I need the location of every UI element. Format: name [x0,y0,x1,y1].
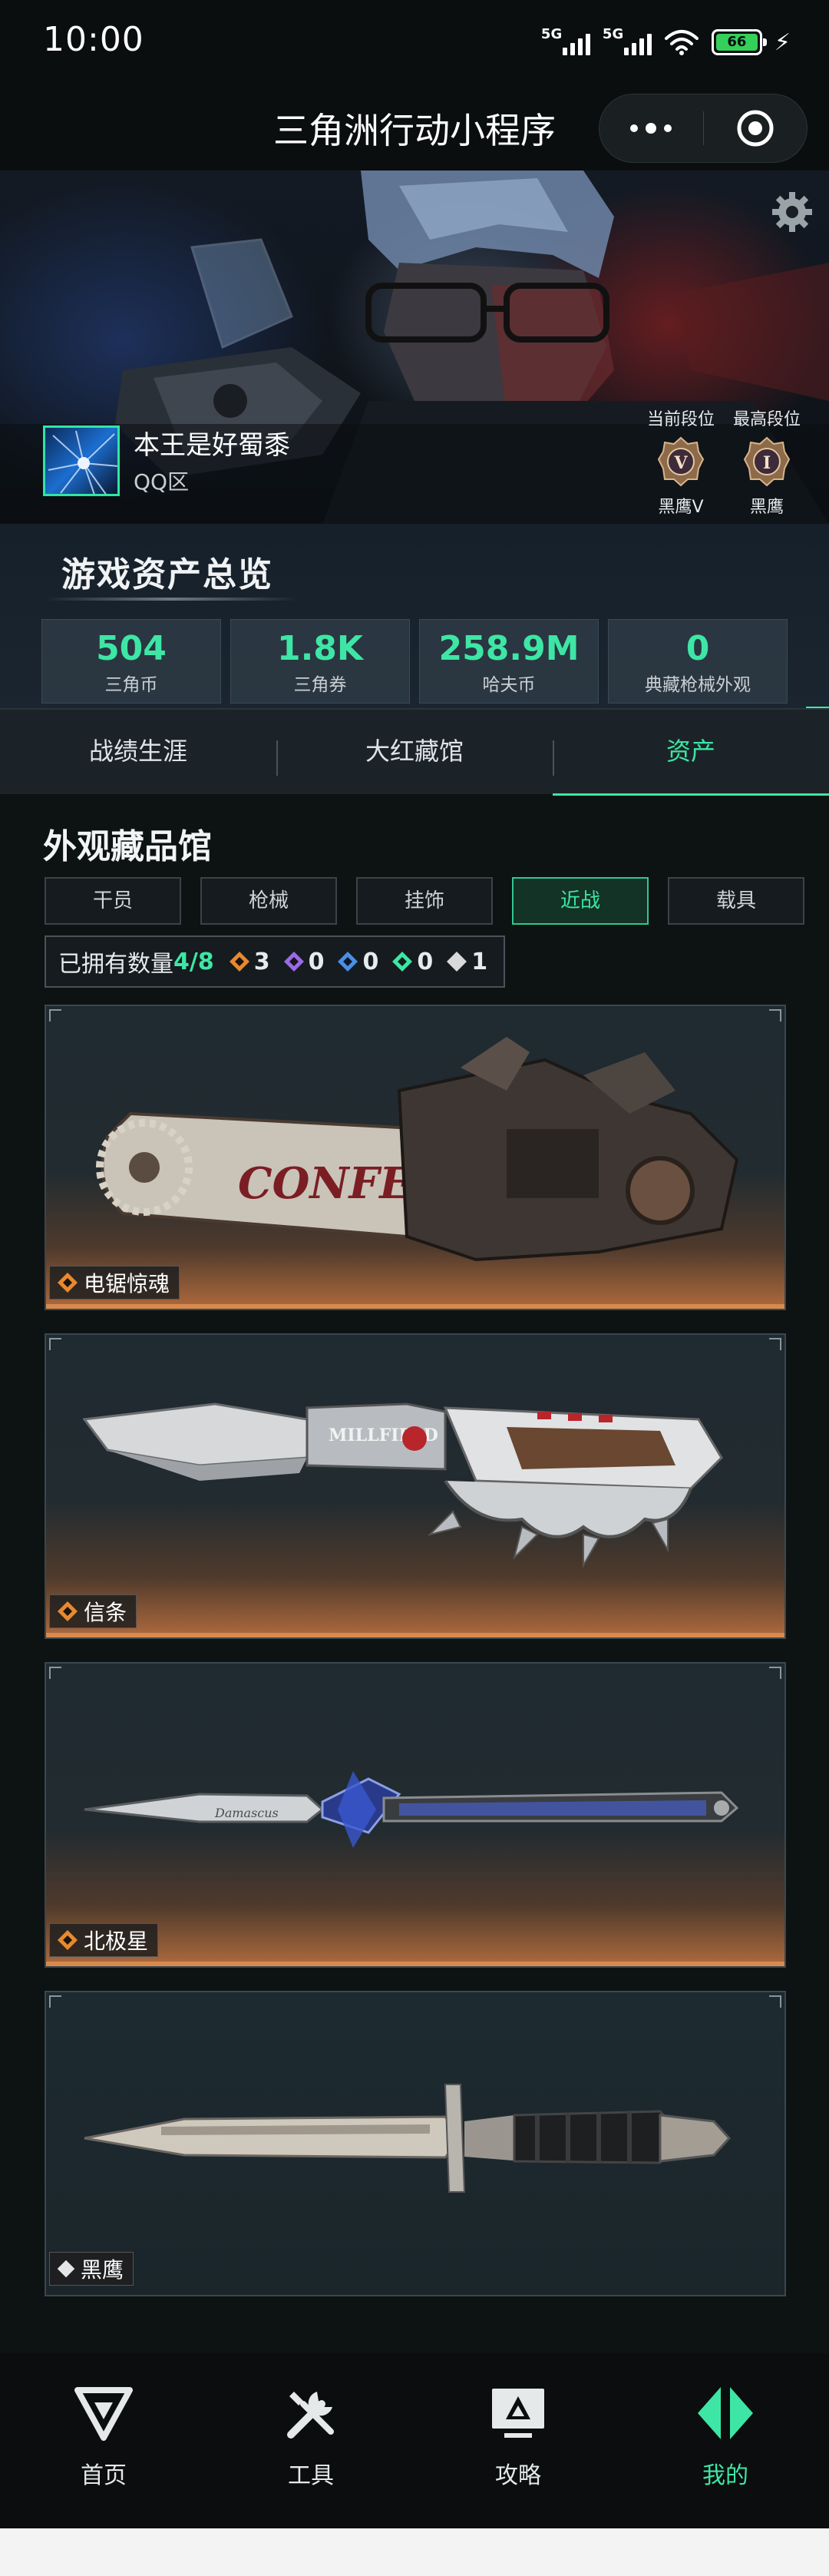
highest-rank-name: 黑鹰 [749,498,784,517]
more-button[interactable] [599,94,703,162]
current-rank-label: 当前段位 [646,410,715,429]
stat-value: 1.8K [276,629,364,668]
system-home-indicator-area [0,2528,829,2576]
tabbar-home[interactable]: 首页 [0,2384,207,2490]
skin-name-tag: 电锯惊魂 [49,1266,180,1300]
battery-icon: 66 [711,29,767,55]
stat-value: 0 [685,629,710,668]
highest-rank[interactable]: 最高段位 I 黑鹰 [725,406,809,518]
status-bar: 10:00 5G 5G 66 ⚡ [0,0,829,84]
username: 本王是好蜀黍 [134,430,290,461]
skin-name: 北极星 [84,1929,149,1954]
target-icon [737,110,774,147]
skin-card[interactable]: 黑鹰 [45,1991,786,2296]
combat-knife-image [84,2084,732,2193]
asset-overview: 游戏资产总览 504 三角币 1.8K 三角券 258.9M 哈夫币 0 典藏枪… [0,524,829,709]
gold-rarity-icon [58,1273,78,1293]
current-rank-name: 黑鹰V [658,498,704,517]
tab-assets[interactable]: 资产 [553,710,829,796]
signal-icon-2: 5G [603,26,652,55]
region-label: QQ区 [134,469,190,495]
dagger-image: Damascus [84,1771,739,1848]
skin-name: 信条 [84,1600,127,1625]
status-time: 10:00 [43,20,144,59]
rank-i-medal-icon: I [743,436,791,487]
stat-label: 三角券 [293,675,347,695]
owned-count-bar: 已拥有数量 4/8 3 0 0 0 1 [45,935,505,988]
filter-charms[interactable]: 挂饰 [356,877,493,925]
stat-label: 典藏枪械外观 [645,675,751,695]
gold-rarity-icon [58,1601,78,1621]
stat-value: 258.9M [438,629,580,668]
rarity-purple-count: 0 [282,949,324,975]
miniprogram-capsule [599,94,808,163]
gold-rarity-icon [58,1930,78,1950]
skin-name: 电锯惊魂 [84,1271,170,1296]
avatar-image [48,430,117,494]
rarity-blue-count: 0 [336,949,378,975]
filter-melee[interactable]: 近战 [512,877,649,925]
green-diamond-icon [392,952,413,972]
owned-label: 已拥有数量 [58,951,173,978]
bottom-tab-bar: 首页 工具 攻略 我的 [0,2353,829,2528]
wifi-icon [664,30,699,55]
stat-card: 504 三角币 [41,619,221,704]
current-rank[interactable]: 当前段位 V 黑鹰V [639,406,723,518]
stat-card: 0 典藏枪械外观 [608,619,788,704]
white-rarity-icon [57,2260,75,2278]
mine-active-icon [698,2387,753,2439]
gold-diamond-icon [229,952,249,972]
signal-icon: 5G [541,26,590,55]
skin-card[interactable]: MILLFIELD 信条 [45,1333,786,1639]
purple-diamond-icon [283,952,304,972]
avatar[interactable] [43,425,120,496]
charging-icon: ⚡ [774,28,791,56]
chainsaw-image: CONFESS [96,1037,739,1262]
collection-title: 外观藏品馆 [43,827,212,866]
white-diamond-icon [447,952,467,972]
blue-diamond-icon [338,952,358,972]
guide-monitor-icon [492,2389,544,2438]
rarity-gold-count: 3 [228,949,270,975]
nav-bar: 三角洲行动小程序 [0,84,829,171]
skin-card[interactable]: CONFESS 电锯惊魂 [45,1005,786,1310]
stat-value: 504 [96,629,167,668]
tabbar-tools[interactable]: 工具 [207,2384,414,2490]
skin-name-tag: 信条 [49,1594,137,1628]
filter-operators[interactable]: 干员 [45,877,181,925]
overview-title: 游戏资产总览 [61,555,273,594]
tab-red-collection[interactable]: 大红藏馆 [276,710,553,796]
stat-card: 258.9M 哈夫币 [419,619,599,704]
stat-card: 1.8K 三角券 [230,619,410,704]
knuckle-knife-image: MILLFIELD [82,1402,723,1568]
tabbar-mine[interactable]: 我的 [622,2384,829,2490]
stat-label: 三角币 [104,675,158,695]
highest-rank-label: 最高段位 [732,410,801,429]
owned-count: 4/8 [173,948,214,975]
skin-name-tag: 北极星 [49,1923,159,1957]
status-icons: 5G 5G 66 ⚡ [541,23,791,61]
rarity-green-count: 0 [391,949,433,975]
rarity-white-count: 1 [445,949,487,975]
svg-text:V: V [673,453,688,473]
tools-icon [287,2392,334,2439]
skin-name-tag: 黑鹰 [49,2252,134,2286]
skin-name: 黑鹰 [81,2257,124,2283]
home-delta-icon [74,2387,133,2441]
filter-guns[interactable]: 枪械 [200,877,337,925]
profile-tabs: 战绩生涯 大红藏馆 资产 [0,708,829,796]
tab-career[interactable]: 战绩生涯 [0,710,276,796]
more-dots-icon [630,123,672,134]
skin-card[interactable]: Damascus 北极星 [45,1662,786,1968]
stat-label: 哈夫币 [482,675,536,695]
svg-text:I: I [763,453,771,473]
filter-vehicles[interactable]: 载具 [668,877,804,925]
dagger-art-text: Damascus [214,1806,279,1820]
tabbar-guides[interactable]: 攻略 [414,2384,622,2490]
rank-v-medal-icon: V [657,436,705,487]
close-miniprogram-button[interactable] [704,94,808,162]
profile-banner: 本王是好蜀黍 QQ区 当前段位 V 黑鹰V 最高段位 I 黑鹰 [0,171,829,524]
settings-gear-icon[interactable] [769,189,815,235]
